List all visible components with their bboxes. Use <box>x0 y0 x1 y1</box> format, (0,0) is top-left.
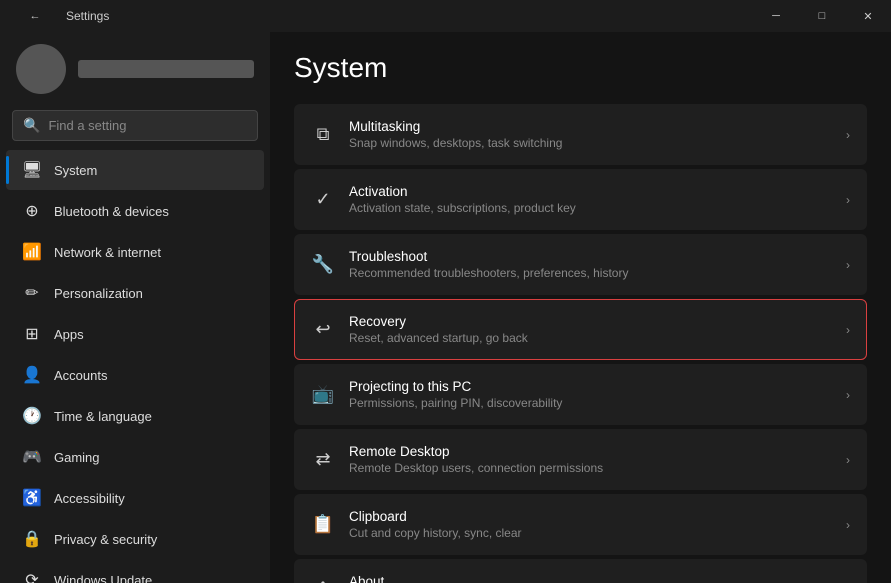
setting-title-troubleshoot: Troubleshoot <box>349 249 832 264</box>
personalization-icon: ✏ <box>22 283 42 303</box>
setting-text-recovery: Recovery Reset, advanced startup, go back <box>349 314 832 345</box>
avatar <box>16 44 66 94</box>
sidebar-item-update[interactable]: ⟳ Windows Update <box>6 560 264 583</box>
sidebar-item-label-privacy: Privacy & security <box>54 532 157 547</box>
search-input[interactable] <box>48 118 247 133</box>
sidebar-item-label-apps: Apps <box>54 327 84 342</box>
chevron-projecting-icon: › <box>846 388 850 402</box>
sidebar-item-label-network: Network & internet <box>54 245 161 260</box>
setting-title-activation: Activation <box>349 184 832 199</box>
activation-icon: ✓ <box>311 188 335 212</box>
setting-text-clipboard: Clipboard Cut and copy history, sync, cle… <box>349 509 832 540</box>
sidebar-item-privacy[interactable]: 🔒 Privacy & security <box>6 519 264 559</box>
setting-item-remote[interactable]: ⇄ Remote Desktop Remote Desktop users, con… <box>294 429 867 490</box>
sidebar-item-gaming[interactable]: 🎮 Gaming <box>6 437 264 477</box>
titlebar-title: Settings <box>66 9 109 23</box>
setting-item-about[interactable]: ℹ AboutDevice specifications, rename PC, … <box>294 559 867 583</box>
setting-desc-multitasking: Snap windows, desktops, task switching <box>349 136 832 150</box>
setting-text-multitasking: Multitasking Snap windows, desktops, task… <box>349 119 832 150</box>
system-icon: 🖥 <box>22 160 42 180</box>
privacy-icon: 🔒 <box>22 529 42 549</box>
sidebar-item-system[interactable]: 🖥 System <box>6 150 264 190</box>
setting-text-about: AboutDevice specifications, rename PC, W… <box>349 574 832 583</box>
accessibility-icon: ♿ <box>22 488 42 508</box>
content-area: System ⧉ Multitasking Snap windows, deskto… <box>270 32 891 583</box>
user-profile[interactable] <box>0 32 270 106</box>
setting-item-recovery[interactable]: ↩ Recovery Reset, advanced startup, go bac… <box>294 299 867 360</box>
setting-text-troubleshoot: Troubleshoot Recommended troubleshooters,… <box>349 249 832 280</box>
setting-item-projecting[interactable]: 📺 Projecting to this PC Permissions, pairi… <box>294 364 867 425</box>
titlebar-controls: ─ □ ✕ <box>753 0 891 32</box>
setting-desc-projecting: Permissions, pairing PIN, discoverabilit… <box>349 396 832 410</box>
sidebar-item-network[interactable]: 📶 Network & internet <box>6 232 264 272</box>
bluetooth-icon: ⊕ <box>22 201 42 221</box>
setting-text-projecting: Projecting to this PC Permissions, pairin… <box>349 379 832 410</box>
search-box[interactable]: 🔍 <box>12 110 258 141</box>
chevron-recovery-icon: › <box>846 323 850 337</box>
page-title: System <box>294 52 867 84</box>
chevron-multitasking-icon: › <box>846 128 850 142</box>
titlebar: ← Settings ─ □ ✕ <box>0 0 891 32</box>
apps-icon: ⊞ <box>22 324 42 344</box>
close-button[interactable]: ✕ <box>845 0 891 32</box>
recovery-icon: ↩ <box>311 318 335 342</box>
setting-title-recovery: Recovery <box>349 314 832 329</box>
sidebar-item-label-system: System <box>54 163 97 178</box>
settings-list: ⧉ Multitasking Snap windows, desktops, tas… <box>294 104 867 583</box>
setting-item-multitasking[interactable]: ⧉ Multitasking Snap windows, desktops, tas… <box>294 104 867 165</box>
network-icon: 📶 <box>22 242 42 262</box>
sidebar-item-label-personalization: Personalization <box>54 286 143 301</box>
about-icon: ℹ <box>311 578 335 583</box>
setting-title-multitasking: Multitasking <box>349 119 832 134</box>
accounts-icon: 👤 <box>22 365 42 385</box>
gaming-icon: 🎮 <box>22 447 42 467</box>
maximize-button[interactable]: □ <box>799 0 845 32</box>
sidebar-item-accounts[interactable]: 👤 Accounts <box>6 355 264 395</box>
setting-item-troubleshoot[interactable]: 🔧 Troubleshoot Recommended troubleshooters… <box>294 234 867 295</box>
sidebar-item-label-bluetooth: Bluetooth & devices <box>54 204 169 219</box>
chevron-remote-icon: › <box>846 453 850 467</box>
minimize-button[interactable]: ─ <box>753 0 799 32</box>
chevron-activation-icon: › <box>846 193 850 207</box>
setting-item-activation[interactable]: ✓ Activation Activation state, subscriptio… <box>294 169 867 230</box>
time-icon: 🕐 <box>22 406 42 426</box>
chevron-clipboard-icon: › <box>846 518 850 532</box>
search-icon: 🔍 <box>23 117 40 134</box>
setting-title-about: About <box>349 574 832 583</box>
sidebar-item-label-time: Time & language <box>54 409 152 424</box>
setting-title-clipboard: Clipboard <box>349 509 832 524</box>
remote-icon: ⇄ <box>311 448 335 472</box>
setting-desc-recovery: Reset, advanced startup, go back <box>349 331 832 345</box>
update-icon: ⟳ <box>22 570 42 583</box>
setting-text-activation: Activation Activation state, subscription… <box>349 184 832 215</box>
sidebar-item-bluetooth[interactable]: ⊕ Bluetooth & devices <box>6 191 264 231</box>
setting-desc-activation: Activation state, subscriptions, product… <box>349 201 832 215</box>
sidebar-item-personalization[interactable]: ✏ Personalization <box>6 273 264 313</box>
sidebar-item-accessibility[interactable]: ♿ Accessibility <box>6 478 264 518</box>
setting-title-projecting: Projecting to this PC <box>349 379 832 394</box>
troubleshoot-icon: 🔧 <box>311 253 335 277</box>
sidebar-item-label-accessibility: Accessibility <box>54 491 125 506</box>
titlebar-left: ← Settings <box>12 0 109 32</box>
sidebar-item-time[interactable]: 🕐 Time & language <box>6 396 264 436</box>
sidebar-item-apps[interactable]: ⊞ Apps <box>6 314 264 354</box>
setting-text-remote: Remote Desktop Remote Desktop users, conn… <box>349 444 832 475</box>
setting-title-remote: Remote Desktop <box>349 444 832 459</box>
sidebar-item-label-accounts: Accounts <box>54 368 107 383</box>
multitasking-icon: ⧉ <box>311 123 335 147</box>
sidebar-item-label-update: Windows Update <box>54 573 152 583</box>
setting-desc-troubleshoot: Recommended troubleshooters, preferences… <box>349 266 832 280</box>
projecting-icon: 📺 <box>311 383 335 407</box>
user-name <box>78 60 254 78</box>
setting-desc-clipboard: Cut and copy history, sync, clear <box>349 526 832 540</box>
setting-item-clipboard[interactable]: 📋 Clipboard Cut and copy history, sync, cl… <box>294 494 867 555</box>
main-layout: 🔍 🖥 System ⊕ Bluetooth & devices 📶 Network & … <box>0 32 891 583</box>
back-button[interactable]: ← <box>12 0 58 32</box>
sidebar: 🔍 🖥 System ⊕ Bluetooth & devices 📶 Network & … <box>0 32 270 583</box>
setting-desc-remote: Remote Desktop users, connection permiss… <box>349 461 832 475</box>
sidebar-item-label-gaming: Gaming <box>54 450 100 465</box>
chevron-troubleshoot-icon: › <box>846 258 850 272</box>
nav-list: 🖥 System ⊕ Bluetooth & devices 📶 Network & in… <box>0 149 270 583</box>
clipboard-icon: 📋 <box>311 513 335 537</box>
